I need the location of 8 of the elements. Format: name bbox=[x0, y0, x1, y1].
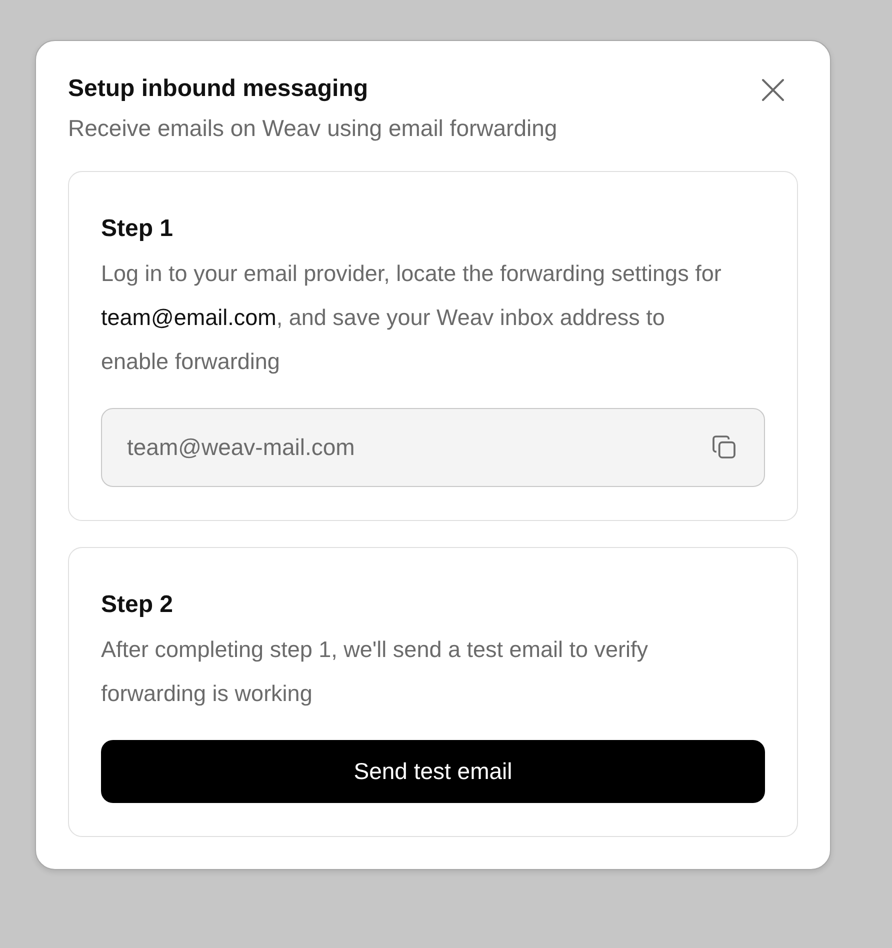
step-description: After completing step 1, we'll send a test email to verify forwarding is working bbox=[101, 636, 650, 708]
step-title: Step 1 bbox=[101, 214, 174, 244]
step-description: Log in to your email provider, locate the forwarding settings for team@email.com, and save your Weav inbox address to enable forwarding bbox=[101, 260, 722, 376]
address-field[interactable]: team@weav-mail.com bbox=[101, 408, 765, 487]
step-title: Step 2 bbox=[101, 590, 174, 620]
dialog-subtitle: Receive emails on Weav using email forwarding bbox=[68, 114, 558, 143]
dialog-title: Setup inbound messaging bbox=[68, 74, 370, 104]
send-test-email-button[interactable]: Send test email bbox=[101, 740, 765, 803]
